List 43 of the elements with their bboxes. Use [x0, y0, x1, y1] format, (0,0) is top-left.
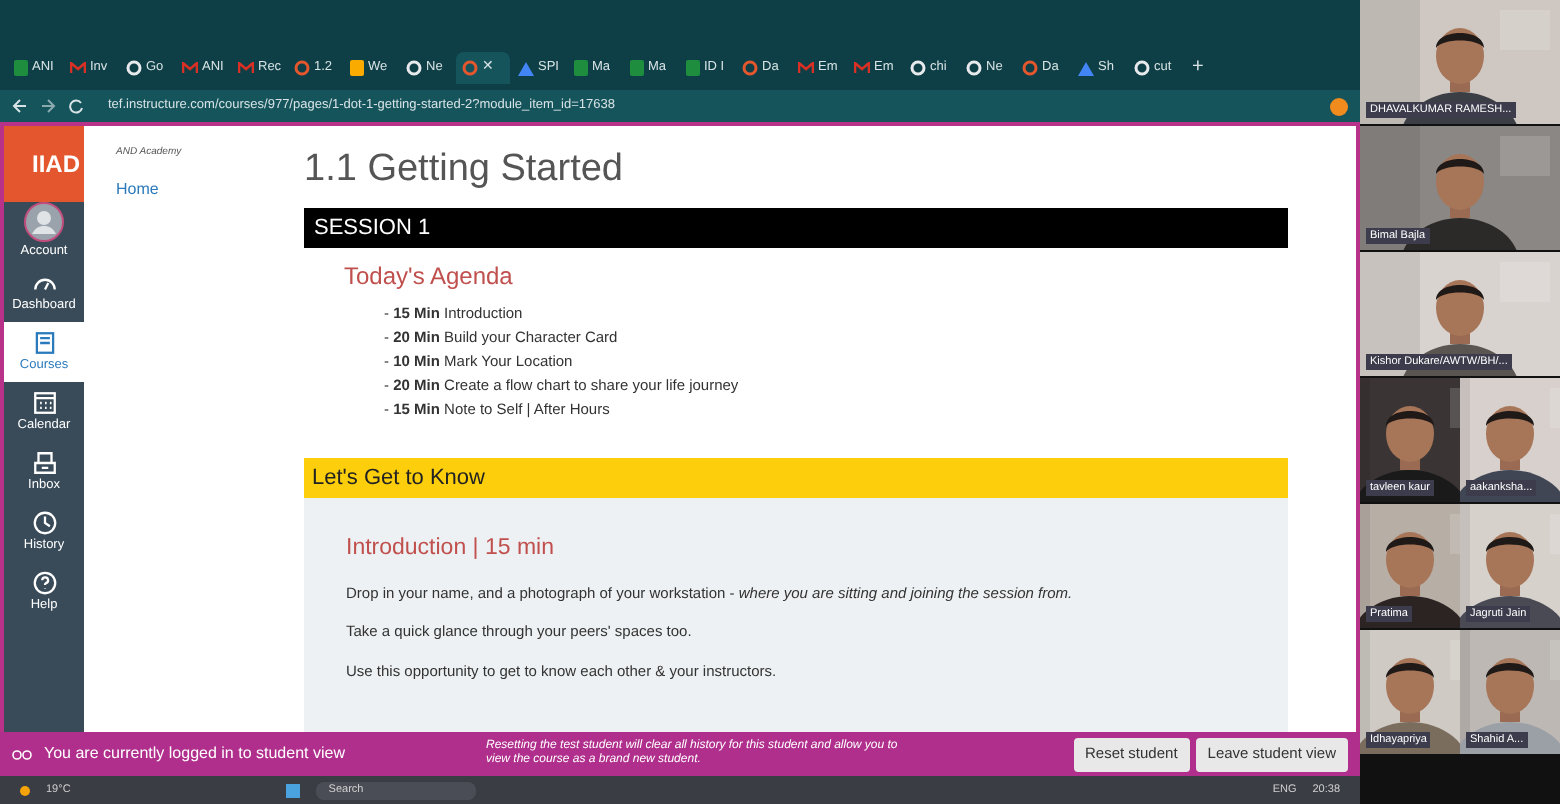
back-arrow-icon[interactable] — [12, 98, 28, 114]
student-view-message: You are currently logged in to student view — [44, 742, 347, 766]
envelope-icon — [854, 62, 870, 74]
sheet-icon — [630, 60, 644, 76]
envelope-icon — [182, 62, 198, 74]
profile-icon[interactable] — [1330, 97, 1348, 115]
course-link[interactable]: Home — [116, 177, 304, 201]
avatar-icon — [24, 202, 64, 243]
section-banner: Let's Get to Know — [304, 458, 1288, 498]
note-icon — [350, 60, 364, 76]
intro-heading: Introduction | 15 min — [346, 534, 556, 562]
envelope-icon — [70, 62, 86, 74]
glasses-icon — [12, 748, 32, 760]
sheet-icon — [574, 60, 588, 76]
weather-icon[interactable] — [20, 785, 30, 795]
forward-arrow-icon[interactable] — [40, 98, 56, 114]
envelope-icon — [798, 62, 814, 74]
sheet-icon — [686, 60, 700, 76]
triangle-icon — [518, 61, 534, 75]
globe-icon — [406, 60, 422, 76]
page-title: 1.1 Getting Started — [304, 146, 625, 194]
globe-icon — [126, 60, 142, 76]
sheet-icon — [14, 60, 28, 76]
agenda-heading: Today's Agenda — [344, 262, 515, 292]
triangle-icon — [1078, 61, 1094, 75]
ring-icon — [1022, 60, 1038, 76]
help-icon — [31, 569, 57, 596]
ring-icon — [462, 60, 478, 76]
logo[interactable]: IIAD — [4, 126, 84, 202]
calendar-icon — [31, 389, 57, 416]
session-banner: SESSION 1 — [304, 208, 1288, 248]
inbox-icon — [31, 449, 57, 476]
globe-icon — [1134, 60, 1150, 76]
new-tab-icon[interactable]: + — [1192, 58, 1204, 78]
book-icon — [31, 329, 57, 356]
windows-icon[interactable] — [286, 783, 301, 797]
reload-icon[interactable] — [68, 98, 84, 114]
envelope-icon — [238, 62, 254, 74]
globe-icon — [966, 60, 982, 76]
ring-icon — [742, 60, 758, 76]
ring-icon — [294, 60, 310, 76]
clock-icon — [31, 509, 57, 536]
globe-icon — [910, 60, 926, 76]
